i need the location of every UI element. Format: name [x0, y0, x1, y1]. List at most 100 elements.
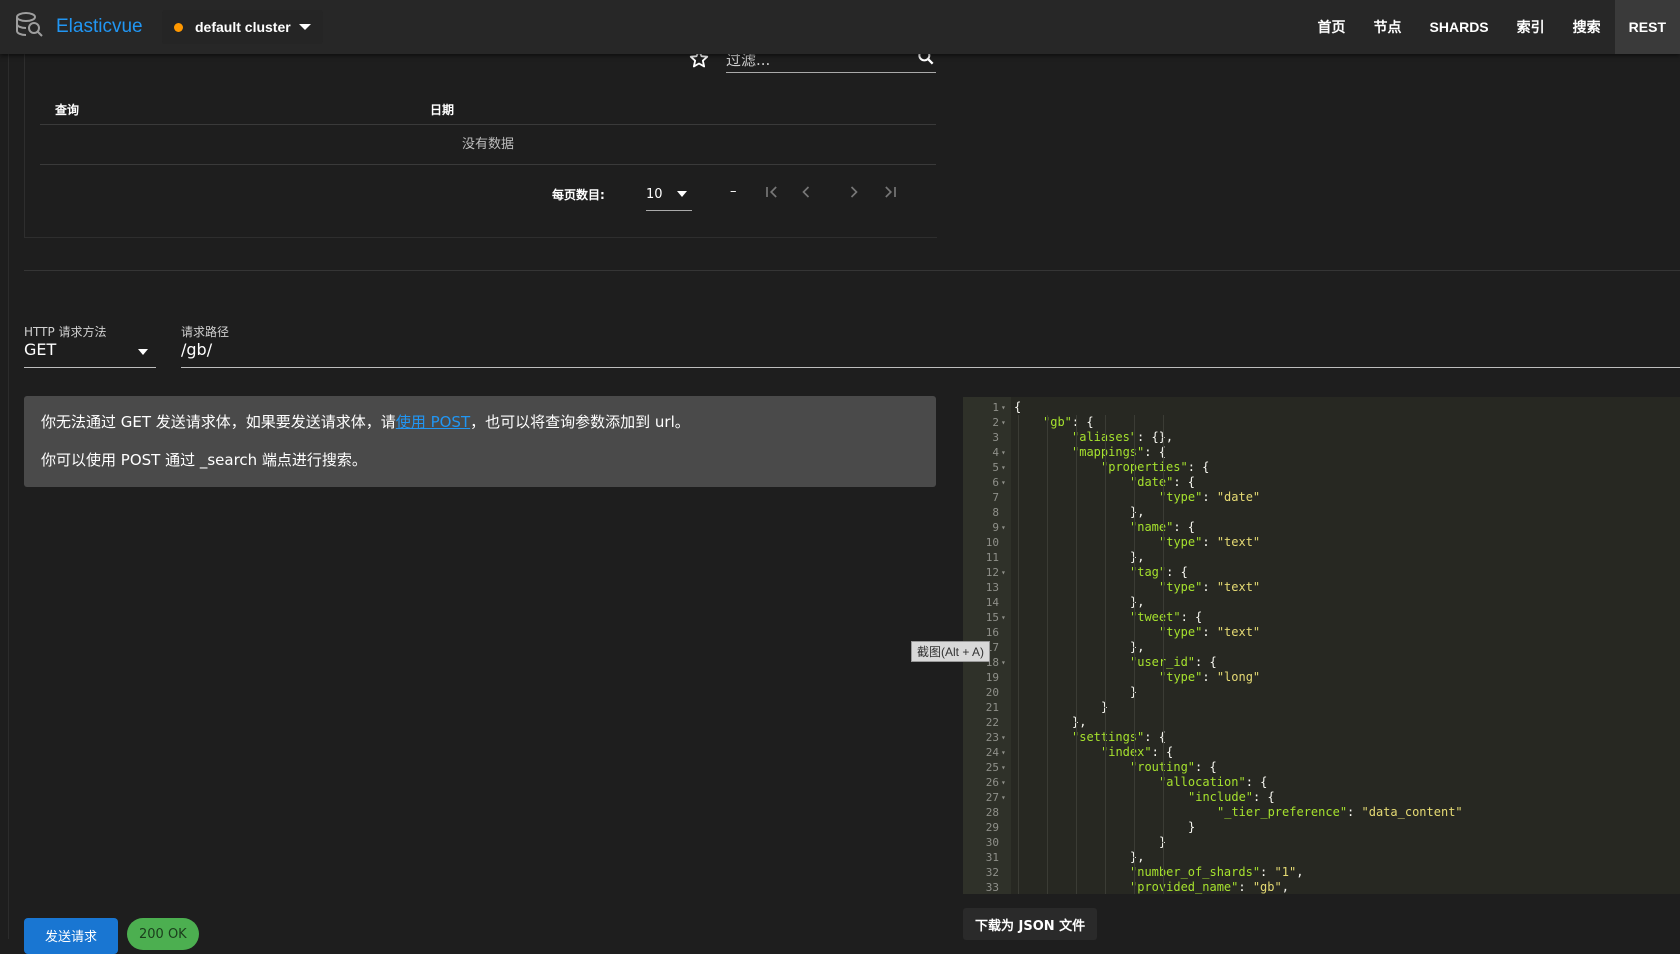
path-input[interactable]: /gb/	[181, 340, 1680, 368]
code-line[interactable]: 32 "number_of_shards": "1",	[963, 865, 1680, 880]
section-divider	[24, 270, 1680, 271]
code-line[interactable]: 2 ▾ "gb": {	[963, 415, 1680, 430]
nav-rest[interactable]: REST	[1614, 0, 1680, 54]
method-select[interactable]: GET	[24, 340, 156, 368]
fold-toggle-icon[interactable]: ▾	[1001, 760, 1006, 775]
nav-indices[interactable]: 索引	[1503, 0, 1559, 54]
json-key: "allocation"	[1159, 775, 1246, 789]
code-line[interactable]: 10 "type": "text"	[963, 535, 1680, 550]
code-line[interactable]: 4 ▾ "mappings": {	[963, 445, 1680, 460]
json-string: "text"	[1216, 580, 1261, 594]
code-line[interactable]: 22},	[963, 715, 1680, 730]
next-page-button[interactable]	[840, 180, 868, 208]
download-json-button[interactable]: 下载为 JSON 文件	[963, 908, 1098, 940]
code-line[interactable]: 16 "type": "text"	[963, 625, 1680, 640]
indent-guide	[1018, 415, 1019, 894]
code-text: },	[1130, 850, 1144, 865]
method-label: HTTP 请求方法	[24, 325, 107, 339]
send-request-button[interactable]: 发送请求	[24, 918, 118, 954]
code-line[interactable]: 7 "type": "date"	[963, 490, 1680, 505]
fold-toggle-icon[interactable]: ▾	[1001, 460, 1006, 475]
code-line[interactable]: 6 ▾ "date": {	[963, 475, 1680, 490]
fold-toggle-icon[interactable]: ▾	[1001, 520, 1006, 535]
line-number: 29	[985, 821, 999, 834]
fold-toggle-icon[interactable]: ▾	[1001, 400, 1006, 415]
json-string: "date"	[1216, 490, 1261, 504]
per-page-select[interactable]: 10	[646, 178, 692, 211]
json-punct: :	[1347, 805, 1362, 819]
json-punct: :	[1202, 490, 1217, 504]
indent-guide	[1163, 415, 1164, 894]
fold-toggle-icon[interactable]: ▾	[1001, 445, 1006, 460]
line-number: 19	[985, 671, 999, 684]
cluster-name: default cluster	[195, 19, 291, 35]
code-line[interactable]: 19 "type": "long"	[963, 670, 1680, 685]
code-line[interactable]: 28 "_tier_preference": "data_content"	[963, 805, 1680, 820]
code-line[interactable]: 25▾ "routing": {	[963, 760, 1680, 775]
code-line[interactable]: 33 "provided_name": "gb",	[963, 880, 1680, 894]
use-post-link[interactable]: 使用 POST	[396, 413, 470, 431]
json-key: "date"	[1130, 475, 1174, 489]
brand[interactable]: Elasticvue	[14, 12, 143, 42]
fold-toggle-icon[interactable]: ▾	[1001, 655, 1006, 670]
code-line[interactable]: 21}	[963, 700, 1680, 715]
json-response-editor[interactable]: 1▾{2▾"gb": {3"aliases": {},4▾"mappings":…	[963, 397, 1680, 894]
code-text: "provided_name": "gb",	[1130, 880, 1289, 894]
code-line[interactable]: 14},	[963, 595, 1680, 610]
code-line[interactable]: 31},	[963, 850, 1680, 865]
fold-toggle-icon[interactable]: ▾	[1001, 730, 1006, 745]
code-line[interactable]: 18▾"user_id": {	[963, 655, 1680, 670]
code-line[interactable]: 1 ▾ {	[963, 400, 1680, 415]
code-line[interactable]: 30}	[963, 835, 1680, 850]
line-number: 21	[985, 701, 999, 714]
nav-shards[interactable]: SHARDS	[1416, 0, 1503, 54]
code-line[interactable]: 11},	[963, 550, 1680, 565]
json-punct: :	[1202, 535, 1217, 549]
prev-page-button[interactable]	[792, 180, 820, 208]
last-page-button[interactable]	[876, 180, 904, 208]
fold-toggle-icon[interactable]: ▾	[1001, 475, 1006, 490]
code-line[interactable]: 24 ▾ "index": {	[963, 745, 1680, 760]
nav-search[interactable]: 搜索	[1559, 0, 1615, 54]
cluster-status-dot	[174, 22, 183, 32]
line-number: 16	[985, 626, 999, 639]
alert-text-1: 你无法通过 GET 发送请求体，如果要发送请求体，请	[41, 413, 396, 431]
code-line[interactable]: 3 "aliases": {},	[963, 430, 1680, 445]
code-line[interactable]: 9 ▾ "name": {	[963, 520, 1680, 535]
line-number: 28	[985, 806, 999, 819]
fold-toggle-icon[interactable]: ▾	[1001, 775, 1006, 790]
code-line[interactable]: 26 ▾ "allocation": {	[963, 775, 1680, 790]
code-text: "tweet": {	[1130, 610, 1202, 625]
first-page-button[interactable]	[758, 180, 786, 208]
fold-toggle-icon[interactable]: ▾	[1001, 790, 1006, 805]
cluster-selector[interactable]: default cluster	[162, 10, 323, 44]
code-line[interactable]: 23 ▾ "settings": {	[963, 730, 1680, 745]
code-line[interactable]: 8},	[963, 505, 1680, 520]
code-text: },	[1130, 595, 1144, 610]
code-line[interactable]: 5 ▾ "properties": {	[963, 460, 1680, 475]
code-line[interactable]: 20}	[963, 685, 1680, 700]
json-punct: :	[1202, 670, 1217, 684]
code-line[interactable]: 15 ▾ "tweet": {	[963, 610, 1680, 625]
code-text: }	[1188, 820, 1195, 835]
nav-nodes[interactable]: 节点	[1360, 0, 1416, 54]
column-query[interactable]: 查询	[55, 101, 79, 118]
code-text: "properties": {	[1101, 460, 1209, 475]
code-line[interactable]: 17},	[963, 640, 1680, 655]
code-line[interactable]: 13 "type": "text"	[963, 580, 1680, 595]
fold-toggle-icon[interactable]: ▾	[1001, 415, 1006, 430]
code-text: "user_id": {	[1130, 655, 1217, 670]
line-number: 6	[992, 476, 999, 489]
code-line[interactable]: 12 ▾ "tag": {	[963, 565, 1680, 580]
code-line[interactable]: 27 ▾ "include": {	[963, 790, 1680, 805]
fold-toggle-icon[interactable]: ▾	[1001, 565, 1006, 580]
main-nav: 首页 节点 SHARDS 索引 搜索 REST	[1304, 0, 1680, 54]
code-line[interactable]: 29}	[963, 820, 1680, 835]
fold-toggle-icon[interactable]: ▾	[1001, 745, 1006, 760]
fold-toggle-icon[interactable]: ▾	[1001, 610, 1006, 625]
code-text: "type": "text"	[1159, 625, 1260, 640]
line-number: 23	[985, 731, 999, 744]
column-date[interactable]: 日期	[430, 101, 454, 118]
nav-home[interactable]: 首页	[1304, 0, 1360, 54]
first-page-icon	[762, 182, 782, 206]
